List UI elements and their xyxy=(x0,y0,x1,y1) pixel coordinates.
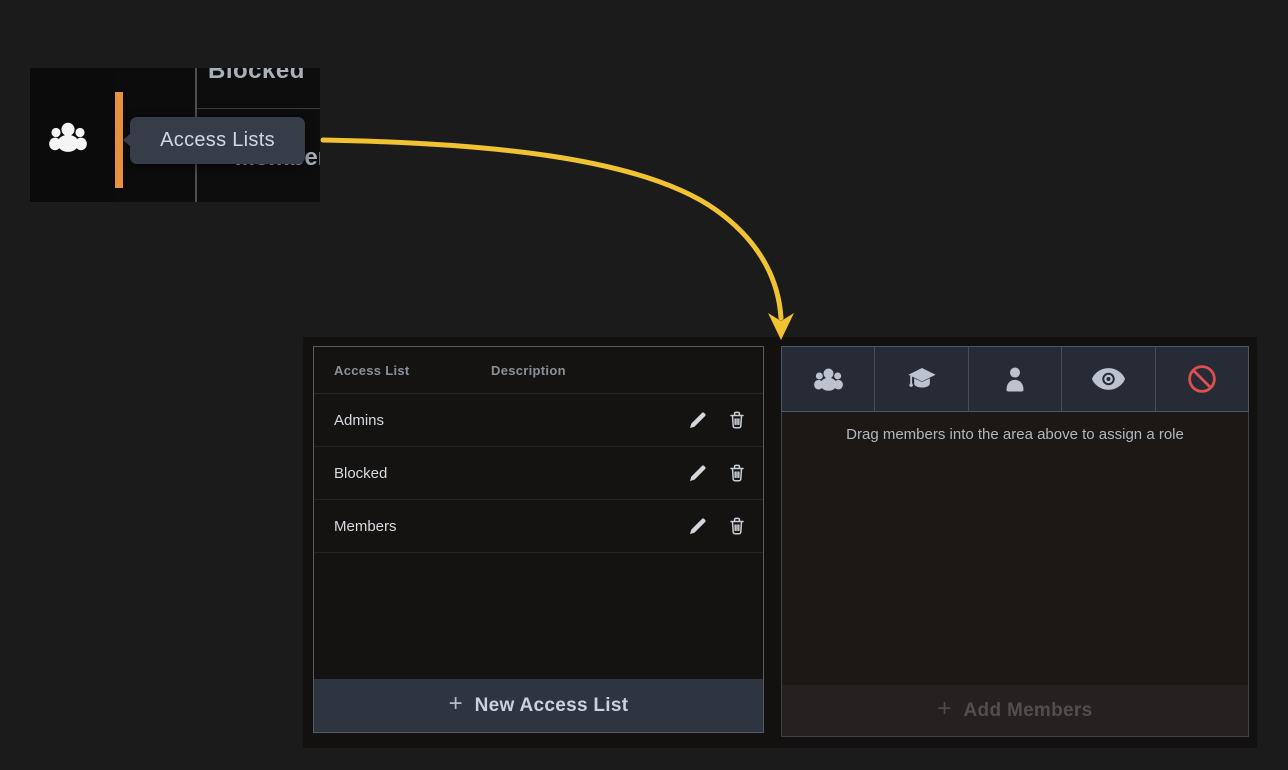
delete-button[interactable] xyxy=(729,464,745,482)
sidebar-strip xyxy=(30,68,115,202)
people-group-icon[interactable] xyxy=(48,120,88,153)
trash-icon xyxy=(729,411,745,429)
table-row[interactable]: Admins xyxy=(314,394,763,447)
role-tab-blocked[interactable] xyxy=(1155,347,1248,411)
row-label: Admins xyxy=(314,412,491,429)
role-tab-viewers[interactable] xyxy=(1061,347,1154,411)
table-row[interactable]: Members xyxy=(314,500,763,553)
pencil-icon xyxy=(689,518,706,535)
role-tabs xyxy=(781,346,1249,412)
row-label: Members xyxy=(314,518,491,535)
panels-container: Access List Description Admins xyxy=(303,337,1257,748)
access-lists-tooltip: Access Lists xyxy=(130,117,305,164)
delete-button[interactable] xyxy=(729,517,745,535)
role-tab-managers[interactable] xyxy=(874,347,967,411)
new-access-list-label: New Access List xyxy=(475,695,629,717)
header-description: Description xyxy=(491,363,566,378)
role-tab-admins[interactable] xyxy=(782,347,874,411)
new-access-list-button[interactable]: + New Access List xyxy=(314,679,763,732)
role-tab-members[interactable] xyxy=(968,347,1061,411)
access-lists-panel: Access List Description Admins xyxy=(313,346,764,733)
table-header: Access List Description xyxy=(314,347,763,394)
delete-button[interactable] xyxy=(729,411,745,429)
add-members-label: Add Members xyxy=(964,700,1093,722)
person-icon xyxy=(1003,366,1027,393)
trash-icon xyxy=(729,464,745,482)
pencil-icon xyxy=(689,412,706,429)
header-access-list: Access List xyxy=(314,363,491,378)
partial-row-blocked: Blocked xyxy=(208,68,305,85)
drop-zone[interactable]: Drag members into the area above to assi… xyxy=(781,412,1249,737)
graduation-cap-icon xyxy=(907,366,937,392)
pencil-icon xyxy=(689,465,706,482)
drag-hint: Drag members into the area above to assi… xyxy=(782,426,1248,443)
edit-button[interactable] xyxy=(689,518,706,535)
active-indicator xyxy=(115,92,123,188)
people-group-icon xyxy=(813,367,844,391)
trash-icon xyxy=(729,517,745,535)
add-members-button[interactable]: + Add Members xyxy=(782,685,1248,736)
eye-icon xyxy=(1091,367,1126,391)
divider xyxy=(197,108,320,109)
row-label: Blocked xyxy=(314,465,491,482)
tooltip-label: Access Lists xyxy=(160,129,275,152)
edit-button[interactable] xyxy=(689,412,706,429)
sidebar-preview: Blocked Members Access Lists xyxy=(30,68,320,202)
plus-icon: + xyxy=(938,695,952,723)
plus-icon: + xyxy=(449,690,463,718)
edit-button[interactable] xyxy=(689,465,706,482)
ban-icon xyxy=(1187,364,1217,394)
roles-panel: Drag members into the area above to assi… xyxy=(781,346,1249,737)
table-row[interactable]: Blocked xyxy=(314,447,763,500)
